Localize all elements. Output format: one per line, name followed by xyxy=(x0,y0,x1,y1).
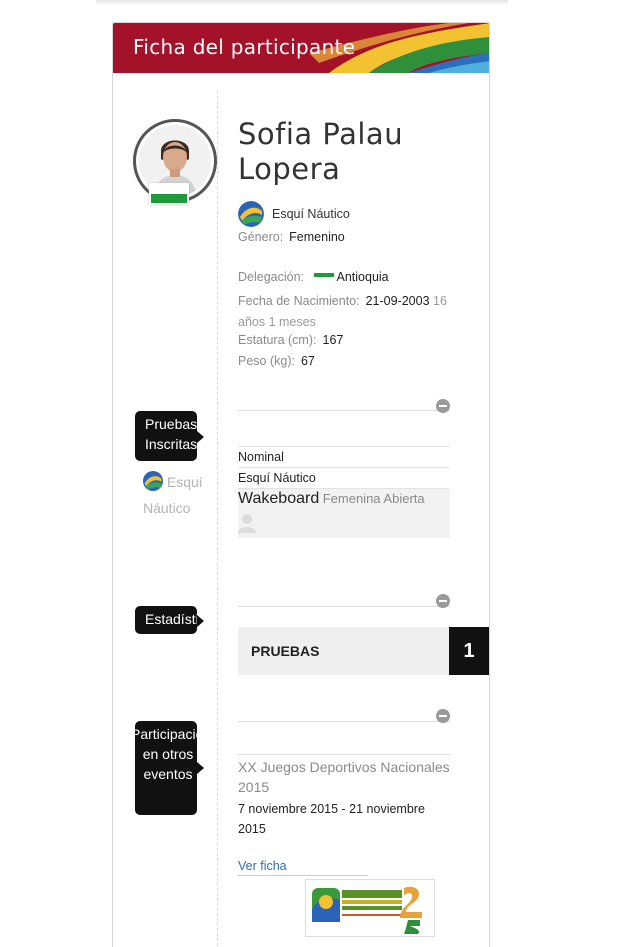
delegation-flag-icon xyxy=(149,183,189,205)
user-placeholder-icon xyxy=(238,514,256,533)
height-value: 167 xyxy=(322,333,344,347)
tag-estadisticas-label: Estadísticas xyxy=(145,611,197,627)
birth-row: Fecha de Nacimiento: 21-09-2003 16 años 1… xyxy=(238,291,453,333)
athlete-name: Sofia Palau Lopera xyxy=(238,117,404,186)
stats-row: PRUEBAS 1 xyxy=(238,627,489,675)
collapse-events-icon[interactable] xyxy=(436,709,450,723)
sport-row: Esquí Náutico xyxy=(238,201,350,227)
tag-pointer xyxy=(197,762,204,774)
weight-label: Peso (kg): xyxy=(238,354,295,368)
section-divider xyxy=(238,410,450,411)
table-row: Wakeboard Femenina Abierta xyxy=(238,488,450,510)
stats-label: PRUEBAS xyxy=(251,643,320,659)
participant-card: Ficha del participante Sofia Palau Loper… xyxy=(112,22,490,947)
gender-row: Género: Femenino xyxy=(238,230,345,244)
event-title: XX Juegos Deportivos Nacionales 2015 xyxy=(238,759,450,795)
event-logo[interactable] xyxy=(305,879,435,937)
card-header: Ficha del participante xyxy=(113,23,489,73)
section-divider xyxy=(238,721,450,722)
table-header: Nominal xyxy=(238,446,450,467)
table-sport: Esquí Náutico xyxy=(238,467,450,488)
water-ski-small-icon xyxy=(143,471,163,491)
tag-estadisticas[interactable]: Estadísticas xyxy=(135,606,197,634)
delegation-label: Delegación: xyxy=(238,270,305,284)
section-divider xyxy=(238,754,450,755)
stats-count: 1 xyxy=(449,627,489,675)
weight-row: Peso (kg): 67 xyxy=(238,354,315,368)
tag-pointer xyxy=(197,615,204,627)
tag-pruebas-inscritas[interactable]: Pruebas Inscritas xyxy=(135,411,197,461)
height-row: Estatura (cm): 167 xyxy=(238,333,343,347)
column-divider xyxy=(217,91,218,947)
delegation-value: Antioquia xyxy=(336,270,389,284)
sport-name: Esquí Náutico xyxy=(272,207,350,221)
event-dates: 7 noviembre 2015 - 21 noviembre 2015 xyxy=(238,802,425,836)
section-divider xyxy=(238,606,450,607)
event-name: Wakeboard xyxy=(238,490,320,507)
event-category: Femenina Abierta xyxy=(322,491,425,506)
gender-label: Género: xyxy=(238,230,284,244)
page-title: Ficha del participante xyxy=(133,35,356,59)
side-sport: Esquí Náutico xyxy=(143,469,213,521)
delegation-flag-small-icon xyxy=(313,272,334,277)
tag-pruebas-inscritas-label: Pruebas Inscritas xyxy=(145,416,197,452)
delegation-row: Delegación: Antioquia xyxy=(238,270,389,284)
birth-date: 21-09-2003 xyxy=(365,294,430,308)
tag-participaciones-label: Participaciones en otros eventos xyxy=(135,726,197,782)
table-row xyxy=(238,510,450,538)
tag-participaciones[interactable]: Participaciones en otros eventos xyxy=(135,721,197,815)
collapse-pruebas-icon[interactable] xyxy=(436,399,450,413)
gender-value: Femenino xyxy=(289,230,345,244)
weight-value: 67 xyxy=(300,354,315,368)
top-shadow xyxy=(96,0,508,5)
collapse-stats-icon[interactable] xyxy=(436,594,450,608)
pruebas-table: Nominal Esquí Náutico Wakeboard Femenina… xyxy=(238,446,450,538)
birth-label: Fecha de Nacimiento: xyxy=(238,294,360,308)
juegos-nacionales-logo-icon xyxy=(312,886,422,934)
water-ski-icon xyxy=(238,201,264,227)
tag-pointer xyxy=(197,431,204,443)
ver-ficha-link[interactable]: Ver ficha xyxy=(238,859,368,876)
height-label: Estatura (cm): xyxy=(238,333,317,347)
